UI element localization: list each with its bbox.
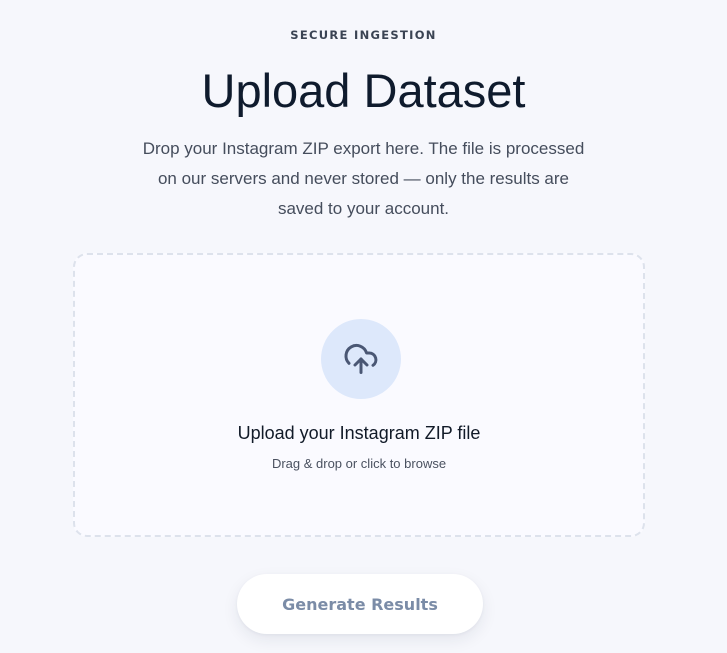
upload-icon-circle: [321, 319, 401, 399]
dropzone-hint: Drag & drop or click to browse: [271, 456, 447, 471]
eyebrow-label: SECURE INGESTION: [290, 28, 437, 42]
cloud-upload-icon: [344, 344, 378, 374]
upload-page: SECURE INGESTION Upload Dataset Drop you…: [0, 0, 727, 653]
page-description: Drop your Instagram ZIP export here. The…: [142, 139, 585, 218]
file-dropzone[interactable]: Upload your Instagram ZIP file Drag & dr…: [73, 253, 645, 537]
page-title: Upload Dataset: [201, 64, 526, 117]
dropzone-title: Upload your Instagram ZIP file: [237, 423, 481, 443]
generate-results-button[interactable]: Generate Results: [237, 574, 483, 634]
